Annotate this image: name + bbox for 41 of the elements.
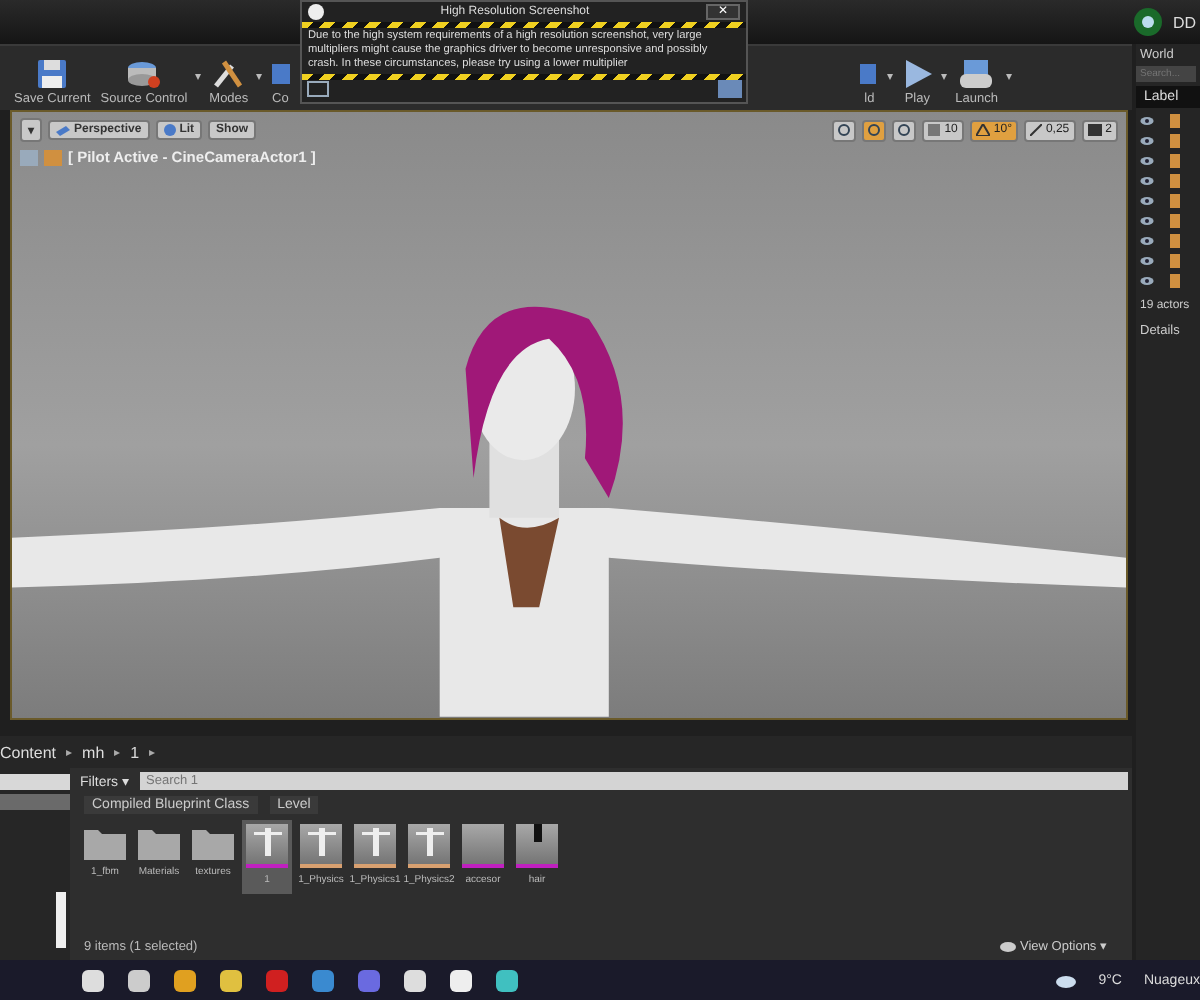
eye-icon[interactable] <box>1140 135 1154 145</box>
source-search-field[interactable] <box>0 774 70 790</box>
t-pose-figure-icon <box>415 824 443 856</box>
tools-icon <box>212 58 245 90</box>
eye-icon[interactable] <box>1140 195 1154 205</box>
eye-icon[interactable] <box>1140 175 1154 185</box>
capture-region-icon[interactable] <box>306 80 330 98</box>
t-pose-figure-icon <box>307 824 335 856</box>
asset-thumbnail[interactable] <box>462 824 504 868</box>
window-label: DD <box>1172 13 1196 31</box>
asset-thumbnail[interactable] <box>408 824 450 868</box>
asset-thumbnail[interactable] <box>300 824 342 868</box>
scrollbar <box>56 892 66 948</box>
sphere-icon <box>163 124 176 136</box>
asset-thumbnail[interactable] <box>354 824 396 868</box>
asset-thumbnail[interactable] <box>246 824 288 868</box>
breadcrumb-item[interactable]: Content <box>0 743 57 761</box>
t-pose-figure-icon <box>253 824 281 856</box>
transform-tool-button[interactable] <box>892 119 917 141</box>
cloud-icon <box>1056 973 1077 987</box>
eye-icon <box>1000 941 1016 951</box>
scale-icon <box>1029 124 1042 136</box>
eye-icon[interactable] <box>1140 155 1154 165</box>
play-icon <box>901 58 934 90</box>
status-orb-icon[interactable] <box>1132 6 1165 38</box>
transform-tool-button[interactable] <box>832 119 857 141</box>
breadcrumb-item[interactable]: 1 <box>130 743 140 761</box>
eye-icon[interactable] <box>1140 115 1154 125</box>
transform-tool-button[interactable] <box>862 119 887 141</box>
eye-icon[interactable] <box>1140 235 1154 245</box>
logo-icon <box>308 4 324 20</box>
t-pose-figure-icon <box>361 824 389 856</box>
database-icon <box>125 58 162 90</box>
breadcrumb-item[interactable]: mh <box>82 743 105 761</box>
gamepad-icon <box>958 58 995 90</box>
eye-icon[interactable] <box>1140 275 1154 285</box>
grid-icon <box>928 124 941 136</box>
eye-icon[interactable] <box>1140 255 1154 265</box>
asset-thumbnail[interactable] <box>516 824 558 868</box>
eye-icon[interactable] <box>1140 215 1154 225</box>
angle-icon <box>975 124 990 136</box>
